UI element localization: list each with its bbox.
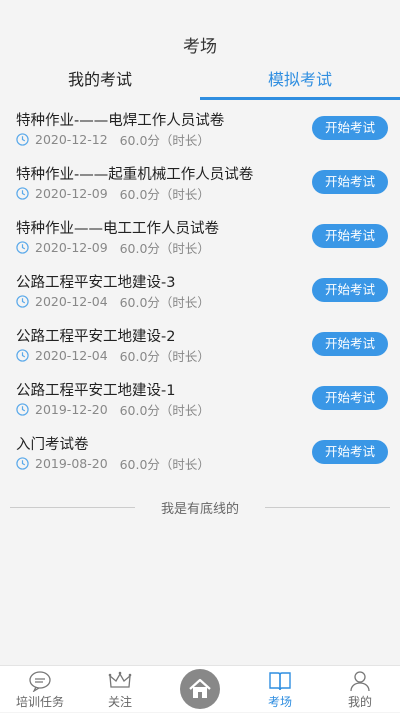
exam-date: 2020-12-04 <box>35 294 108 309</box>
page-title: 考场 <box>183 37 217 57</box>
start-exam-button[interactable]: 开始考试 <box>312 170 388 194</box>
exam-title: 公路工程平安工地建设-3 <box>16 275 176 291</box>
exam-title: 入门考试卷 <box>16 437 89 453</box>
exam-meta: 2020-12-09 60.0分（时长） <box>16 238 210 257</box>
exam-date: 2020-12-09 <box>35 186 108 201</box>
tabbar-item-follow[interactable]: 关注 <box>80 666 160 712</box>
clock-icon <box>16 403 29 416</box>
exam-meta: 2019-12-20 60.0分（时长） <box>16 400 210 419</box>
list-item: 特种作业-——电焊工作人员试卷 2020-12-12 60.0分（时长） 开始考… <box>0 100 400 154</box>
crown-icon <box>108 671 132 688</box>
clock-icon <box>16 187 29 200</box>
tabbar-label: 培训任务 <box>15 695 64 709</box>
exam-date: 2020-12-09 <box>35 240 108 255</box>
exam-duration: 60.0分（时长） <box>119 187 210 202</box>
exam-date: 2019-12-20 <box>35 402 108 417</box>
exam-meta: 2020-12-04 60.0分（时长） <box>16 292 210 311</box>
exam-meta: 2019-08-20 60.0分（时长） <box>16 454 210 473</box>
start-exam-button[interactable]: 开始考试 <box>312 332 388 356</box>
tabbar-item-mine[interactable]: 我的 <box>320 666 400 712</box>
clock-icon <box>16 349 29 362</box>
tabbar-label: 关注 <box>107 695 132 709</box>
exam-meta: 2020-12-04 60.0分（时长） <box>16 346 210 365</box>
start-exam-button[interactable]: 开始考试 <box>312 278 388 302</box>
end-of-list: 我是有底线的 <box>0 498 400 518</box>
tabbar-label: 考场 <box>267 695 292 709</box>
person-icon <box>350 671 370 692</box>
exam-meta: 2020-12-12 60.0分（时长） <box>16 130 210 149</box>
list-item: 特种作业-——起重机械工作人员试卷 2020-12-09 60.0分（时长） 开… <box>0 154 400 208</box>
home-icon <box>189 678 211 698</box>
exam-date: 2020-12-12 <box>35 132 108 147</box>
exam-title: 公路工程平安工地建设-2 <box>16 329 176 345</box>
start-exam-button[interactable]: 开始考试 <box>312 224 388 248</box>
tabbar-label: 我的 <box>347 695 372 709</box>
start-exam-button[interactable]: 开始考试 <box>312 386 388 410</box>
exam-duration: 60.0分（时长） <box>119 349 210 364</box>
exam-list: 特种作业-——电焊工作人员试卷 2020-12-12 60.0分（时长） 开始考… <box>0 100 400 478</box>
exam-meta: 2020-12-09 60.0分（时长） <box>16 184 210 203</box>
tabbar-item-training[interactable]: 培训任务 <box>0 666 80 712</box>
tab-my-exams[interactable]: 我的考试 <box>0 64 200 100</box>
tab-mock-exams[interactable]: 模拟考试 <box>200 64 400 100</box>
list-item: 公路工程平安工地建设-2 2020-12-04 60.0分（时长） 开始考试 <box>0 316 400 370</box>
clock-icon <box>16 133 29 146</box>
list-item: 特种作业——电工工作人员试卷 2020-12-09 60.0分（时长） 开始考试 <box>0 208 400 262</box>
exam-date: 2019-08-20 <box>35 456 108 471</box>
start-exam-button[interactable]: 开始考试 <box>312 440 388 464</box>
header: 考场 <box>0 0 400 64</box>
exam-title: 特种作业-——起重机械工作人员试卷 <box>16 167 254 183</box>
exam-title: 公路工程平安工地建设-1 <box>16 383 176 399</box>
chat-bubble-icon <box>29 671 51 692</box>
exam-duration: 60.0分（时长） <box>119 295 210 310</box>
list-item: 入门考试卷 2019-08-20 60.0分（时长） 开始考试 <box>0 424 400 478</box>
book-icon <box>269 672 291 691</box>
clock-icon <box>16 457 29 470</box>
clock-icon <box>16 295 29 308</box>
exam-date: 2020-12-04 <box>35 348 108 363</box>
list-item: 公路工程平安工地建设-3 2020-12-04 60.0分（时长） 开始考试 <box>0 262 400 316</box>
exam-duration: 60.0分（时长） <box>119 133 210 148</box>
exam-title: 特种作业——电工工作人员试卷 <box>16 221 219 237</box>
exam-duration: 60.0分（时长） <box>119 241 210 256</box>
exam-duration: 60.0分（时长） <box>119 403 210 418</box>
divider <box>265 507 390 508</box>
exam-duration: 60.0分（时长） <box>119 457 210 472</box>
start-exam-button[interactable]: 开始考试 <box>312 116 388 140</box>
tab-bar-top: 我的考试 模拟考试 <box>0 64 400 100</box>
tabbar-item-exam-room[interactable]: 考场 <box>240 666 320 712</box>
list-item: 公路工程平安工地建设-1 2019-12-20 60.0分（时长） 开始考试 <box>0 370 400 424</box>
home-button[interactable] <box>180 669 220 709</box>
exam-title: 特种作业-——电焊工作人员试卷 <box>16 113 225 129</box>
clock-icon <box>16 241 29 254</box>
